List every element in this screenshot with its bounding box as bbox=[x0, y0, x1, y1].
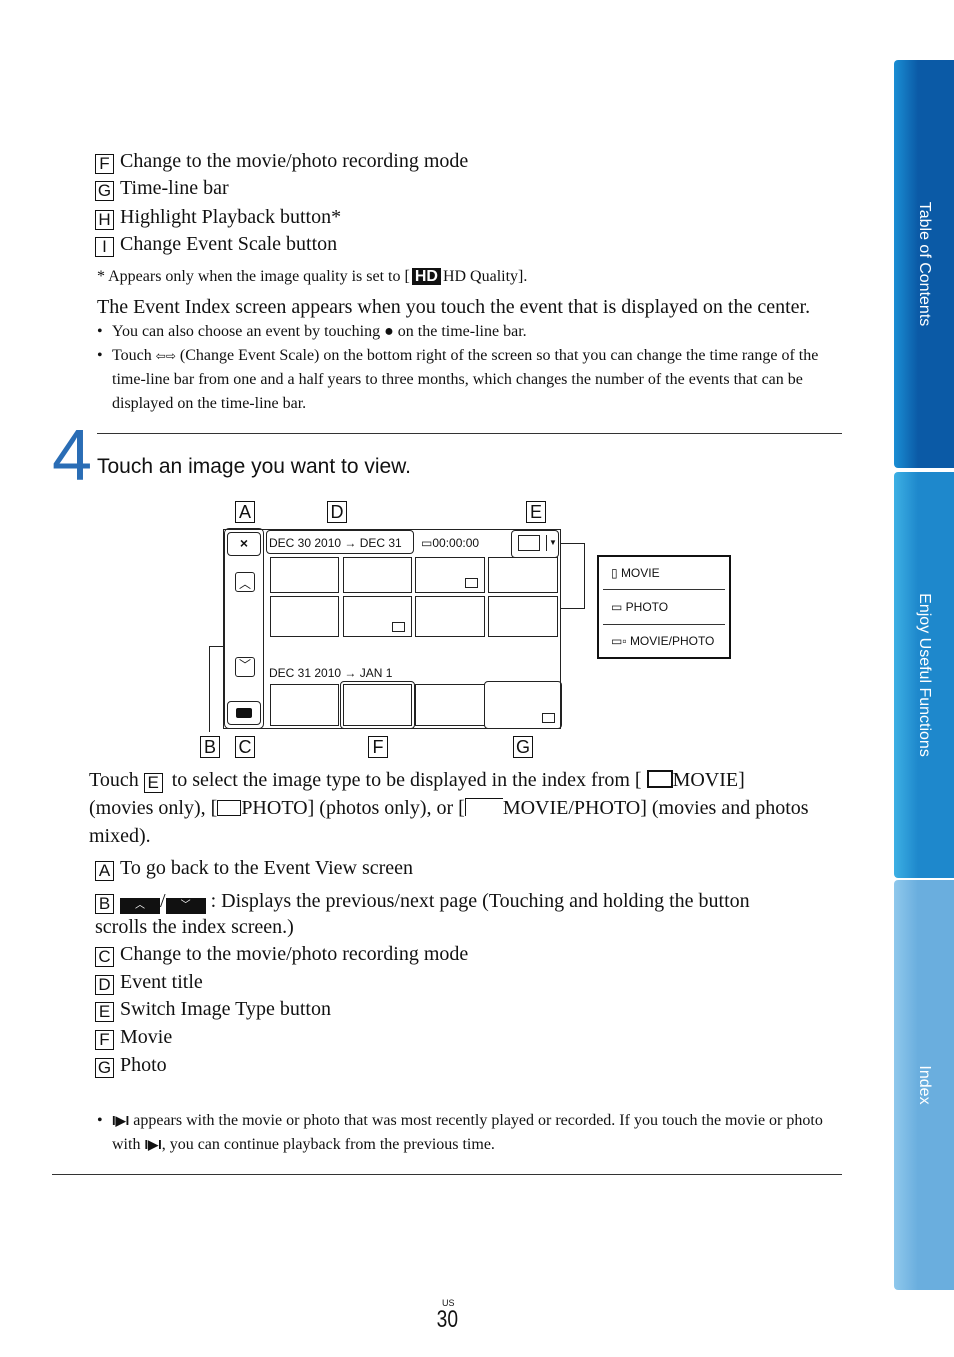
dot-icon: ● bbox=[384, 323, 394, 340]
key-label: E bbox=[143, 773, 163, 793]
photo-thumbnail[interactable] bbox=[484, 681, 562, 729]
tab-table-of-contents[interactable]: Table of Contents bbox=[894, 60, 954, 468]
event-index-text: The Event Index screen appears when you … bbox=[97, 296, 811, 318]
film-icon: ▭ bbox=[421, 536, 433, 550]
list-item: F Movie bbox=[95, 1026, 172, 1050]
callout-c: C bbox=[235, 736, 255, 758]
step-number: 4 bbox=[52, 416, 93, 496]
list-item: E Switch Image Type button bbox=[95, 998, 331, 1022]
thumbnail[interactable] bbox=[415, 596, 485, 637]
callout-d: D bbox=[327, 501, 347, 523]
thumbnail[interactable] bbox=[343, 557, 412, 593]
film-icon: ▯ bbox=[611, 566, 621, 580]
key-label: F bbox=[95, 154, 114, 174]
photo-icon bbox=[465, 578, 478, 588]
thumbnail[interactable] bbox=[270, 596, 339, 637]
movie-photo-hd-icon bbox=[518, 535, 540, 551]
menu-item-movie[interactable]: ▯ MOVIE bbox=[611, 566, 660, 580]
index-screen-diagram: × ︿ ﹀ DEC 30 2010 → DEC 31 ▭00:00:00 ▼ D… bbox=[200, 495, 740, 765]
key-label: D bbox=[95, 975, 114, 995]
photo-icon bbox=[392, 622, 405, 632]
tab-index[interactable]: Index bbox=[894, 880, 954, 1290]
callout-a: A bbox=[235, 501, 255, 523]
counter: ▭00:00:00 bbox=[421, 536, 480, 550]
bullet: • I▶I appears with the movie or photo tha… bbox=[97, 1112, 823, 1153]
hd-badge-icon: HD bbox=[411, 268, 441, 285]
photo-icon bbox=[542, 713, 555, 723]
photo-icon bbox=[217, 800, 242, 816]
key-label: F bbox=[95, 1030, 114, 1050]
step-title: Touch an image you want to view. bbox=[97, 455, 412, 478]
callout-g: G bbox=[513, 736, 533, 758]
tab-label: Enjoy Useful Functions bbox=[916, 593, 933, 757]
chevron-down-icon: ﹀ bbox=[238, 658, 251, 672]
callout-b: B bbox=[200, 736, 220, 758]
thumbnail[interactable] bbox=[488, 557, 558, 593]
list-item: I Change Event Scale button bbox=[95, 233, 337, 257]
film-icon bbox=[646, 770, 673, 788]
image-type-menu: ▯ MOVIE ▭ PHOTO ▭▫ MOVIE/PHOTO bbox=[597, 555, 731, 659]
divider bbox=[52, 1174, 842, 1175]
change-scale-icon: ⇦⇨ bbox=[155, 349, 176, 363]
list-item: C Change to the movie/photo recording mod… bbox=[95, 943, 468, 967]
list-item: G Photo bbox=[95, 1054, 167, 1078]
callout-e: E bbox=[526, 501, 546, 523]
movie-photo-icon: ▭▫ bbox=[611, 634, 627, 648]
dropdown-arrow-icon: ▼ bbox=[546, 535, 557, 551]
page-number: 30 bbox=[436, 1306, 459, 1333]
footnote: * Appears only when the image quality is… bbox=[97, 268, 528, 285]
manual-page: Table of Contents Enjoy Useful Functions… bbox=[0, 0, 954, 1357]
bullet: • You can also choose an event by touchin… bbox=[97, 323, 527, 340]
list-item: G Time-line bar bbox=[95, 177, 229, 201]
list-item: B ︿ / ﹀ : Displays the previous/next page (… bbox=[95, 890, 750, 938]
highlight-playback-icon: I▶I bbox=[144, 1137, 162, 1152]
thumbnail[interactable] bbox=[415, 684, 485, 726]
page-up-button[interactable]: ︿ bbox=[235, 572, 255, 592]
tab-label: Index bbox=[916, 1065, 933, 1105]
event-title-1: DEC 30 2010 → DEC 31 bbox=[269, 536, 402, 550]
tab-label: Table of Contents bbox=[916, 201, 933, 327]
list-item: D Event title bbox=[95, 971, 203, 995]
thumbnail[interactable] bbox=[343, 684, 412, 726]
close-button[interactable]: × bbox=[227, 532, 261, 556]
key-label: G bbox=[95, 181, 114, 201]
callout-f: F bbox=[368, 736, 388, 758]
event-title-2: DEC 31 2010 → JAN 1 bbox=[269, 666, 393, 680]
chevron-up-icon: ︿ bbox=[120, 898, 160, 914]
bullet: • Touch ⇦⇨ (Change Event Scale) on the bo… bbox=[97, 347, 819, 412]
page-down-button[interactable]: ﹀ bbox=[235, 657, 255, 677]
list-item: F Change to the movie/photo recording mod… bbox=[95, 150, 468, 174]
menu-item-movie-photo[interactable]: ▭▫ MOVIE/PHOTO bbox=[611, 634, 714, 648]
side-panel bbox=[224, 528, 264, 729]
chevron-up-icon: ︿ bbox=[238, 577, 251, 591]
key-label: E bbox=[95, 1002, 114, 1022]
camera-icon bbox=[236, 708, 252, 718]
photo-icon: ▭ bbox=[611, 600, 626, 614]
thumbnail[interactable] bbox=[270, 684, 339, 726]
menu-item-photo[interactable]: ▭ PHOTO bbox=[611, 600, 668, 614]
touch-paragraph: Touch E to select the image type to be d… bbox=[89, 769, 809, 847]
thumbnail[interactable] bbox=[343, 596, 412, 637]
tab-enjoy-useful-functions[interactable]: Enjoy Useful Functions bbox=[894, 472, 954, 878]
record-mode-button[interactable] bbox=[227, 701, 261, 725]
highlight-playback-icon: I▶I bbox=[112, 1113, 130, 1128]
list-item: A To go back to the Event View screen bbox=[95, 857, 413, 881]
key-label: C bbox=[95, 947, 114, 967]
connector-line bbox=[560, 543, 585, 609]
connector-line bbox=[209, 646, 224, 732]
key-label: I bbox=[95, 237, 114, 257]
key-label: B bbox=[95, 894, 114, 914]
thumbnail[interactable] bbox=[488, 596, 558, 637]
chevron-down-icon: ﹀ bbox=[165, 898, 206, 914]
list-item: H Highlight Playback button* bbox=[95, 206, 341, 230]
key-label: H bbox=[95, 210, 114, 230]
divider bbox=[97, 433, 842, 434]
movie-photo-icon bbox=[464, 798, 503, 816]
thumbnail[interactable] bbox=[415, 557, 485, 593]
key-label: G bbox=[95, 1058, 114, 1078]
thumbnail[interactable] bbox=[270, 557, 339, 593]
switch-image-type-button[interactable]: ▼ bbox=[511, 530, 559, 558]
key-label: A bbox=[95, 861, 114, 881]
